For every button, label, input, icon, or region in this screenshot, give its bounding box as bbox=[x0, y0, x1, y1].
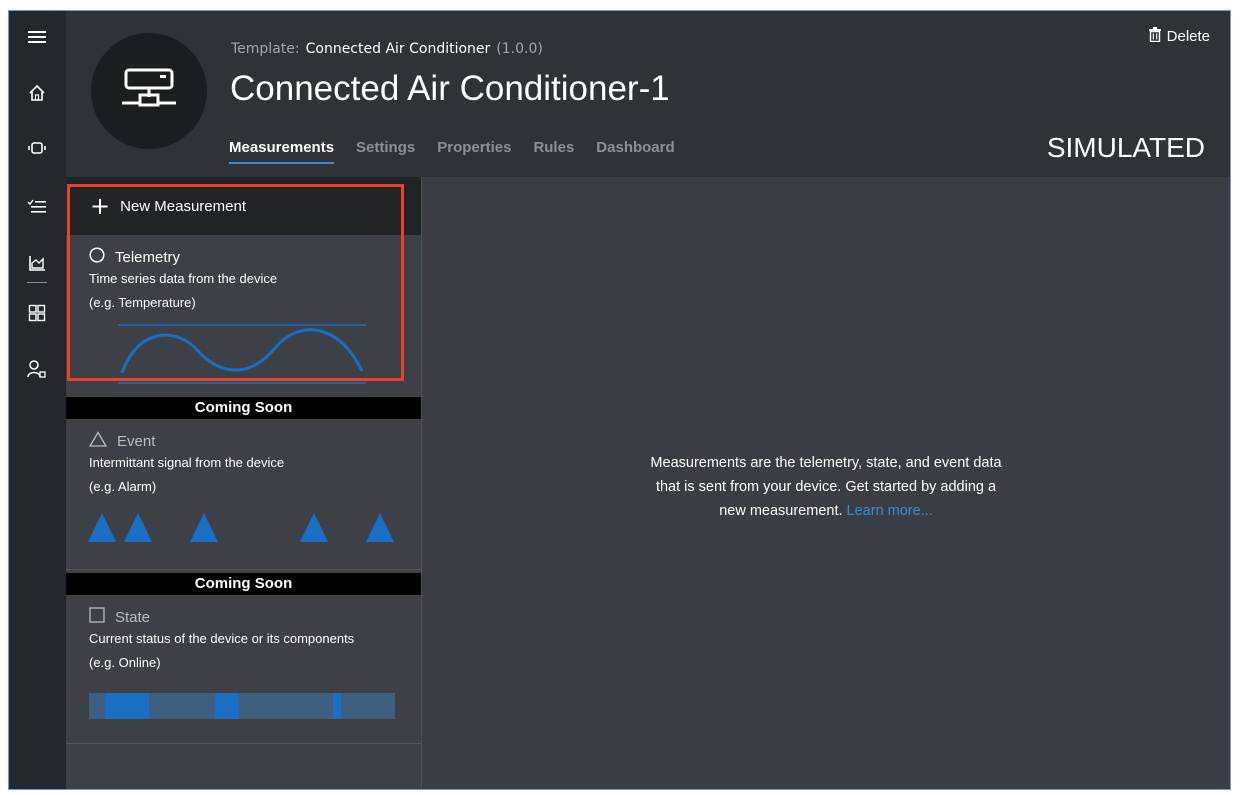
empty-state-message: Measurements are the telemetry, state, a… bbox=[422, 451, 1230, 523]
state-coming-soon-badge: Coming Soon bbox=[66, 573, 421, 595]
device-icon bbox=[120, 67, 178, 115]
message-line-2: that is sent from your device. Get start… bbox=[655, 479, 997, 495]
measurement-type-panel: + New Measurement Telemetry Time series … bbox=[66, 177, 422, 789]
telemetry-option[interactable]: Telemetry Time series data from the devi… bbox=[66, 235, 421, 384]
dashboard-grid-icon[interactable] bbox=[27, 303, 47, 323]
delete-button[interactable]: Delete bbox=[1148, 27, 1210, 46]
square-icon bbox=[89, 607, 105, 627]
telemetry-example: (e.g. Temperature) bbox=[89, 295, 196, 310]
device-avatar bbox=[91, 33, 207, 149]
event-title-row: Event bbox=[88, 431, 156, 451]
telemetry-title: Telemetry bbox=[115, 248, 181, 266]
delete-label: Delete bbox=[1166, 28, 1210, 45]
message-line-1: Measurements are the telemetry, state, a… bbox=[650, 455, 1002, 471]
new-measurement-button[interactable]: + New Measurement bbox=[66, 177, 421, 235]
template-label: Template: bbox=[231, 41, 300, 57]
state-option: State Current status of the device or it… bbox=[66, 595, 421, 743]
rail-divider bbox=[27, 282, 47, 283]
tab-rules[interactable]: Rules bbox=[533, 139, 574, 162]
measurement-empty-state: Measurements are the telemetry, state, a… bbox=[422, 177, 1230, 789]
home-icon[interactable] bbox=[27, 83, 47, 103]
template-name[interactable]: Connected Air Conditioner bbox=[306, 41, 491, 57]
telemetry-title-row: Telemetry bbox=[89, 247, 180, 267]
event-example: (e.g. Alarm) bbox=[89, 479, 157, 494]
state-divider bbox=[66, 743, 421, 744]
tab-bar: Measurements Settings Properties Rules Dashb… bbox=[229, 137, 697, 165]
learn-more-link[interactable]: Learn more... bbox=[847, 503, 933, 519]
menu-icon[interactable] bbox=[27, 27, 47, 47]
state-bar-illustration bbox=[89, 693, 395, 719]
tasks-icon[interactable] bbox=[27, 196, 47, 216]
telemetry-description: Time series data from the device bbox=[89, 271, 278, 286]
template-version: (1.0.0) bbox=[496, 41, 543, 57]
event-divider bbox=[66, 569, 421, 570]
event-title: Event bbox=[117, 432, 156, 450]
admin-icon[interactable] bbox=[27, 359, 47, 379]
state-description: Current status of the device or its comp… bbox=[89, 631, 355, 646]
message-line-3-row: new measurement. Learn more... bbox=[422, 499, 1230, 523]
tab-dashboard[interactable]: Dashboard bbox=[596, 139, 674, 162]
tab-settings[interactable]: Settings bbox=[356, 139, 415, 162]
analytics-icon[interactable] bbox=[27, 253, 47, 273]
triangle-icon bbox=[88, 431, 108, 451]
event-description: Intermittant signal from the device bbox=[89, 455, 285, 470]
event-coming-soon-badge: Coming Soon bbox=[66, 397, 421, 419]
simulated-status: SIMULATED bbox=[1046, 132, 1205, 163]
plus-icon: + bbox=[90, 192, 111, 220]
app-window: Template: Connected Air Conditioner (1.0.0… bbox=[8, 10, 1231, 790]
template-info: Template: Connected Air Conditioner (1.0.0… bbox=[231, 41, 543, 57]
trash-icon bbox=[1148, 27, 1161, 46]
telemetry-radio-icon[interactable] bbox=[89, 247, 105, 267]
state-example: (e.g. Online) bbox=[89, 655, 161, 670]
state-title-row: State bbox=[89, 607, 150, 627]
left-nav-rail bbox=[9, 11, 66, 789]
event-triangles-illustration bbox=[88, 513, 394, 542]
device-header: Template: Connected Air Conditioner (1.0.0… bbox=[66, 11, 1230, 178]
devices-icon[interactable] bbox=[27, 138, 47, 158]
new-measurement-label: New Measurement bbox=[120, 197, 246, 215]
tab-measurements[interactable]: Measurements bbox=[229, 139, 335, 164]
message-line-3: new measurement. bbox=[719, 503, 843, 519]
tab-properties[interactable]: Properties bbox=[437, 139, 511, 162]
page-title: Connected Air Conditioner-1 bbox=[230, 69, 670, 108]
state-title: State bbox=[115, 608, 151, 626]
telemetry-wave-illustration bbox=[118, 324, 366, 384]
event-option: Event Intermittant signal from the devic… bbox=[66, 419, 421, 569]
